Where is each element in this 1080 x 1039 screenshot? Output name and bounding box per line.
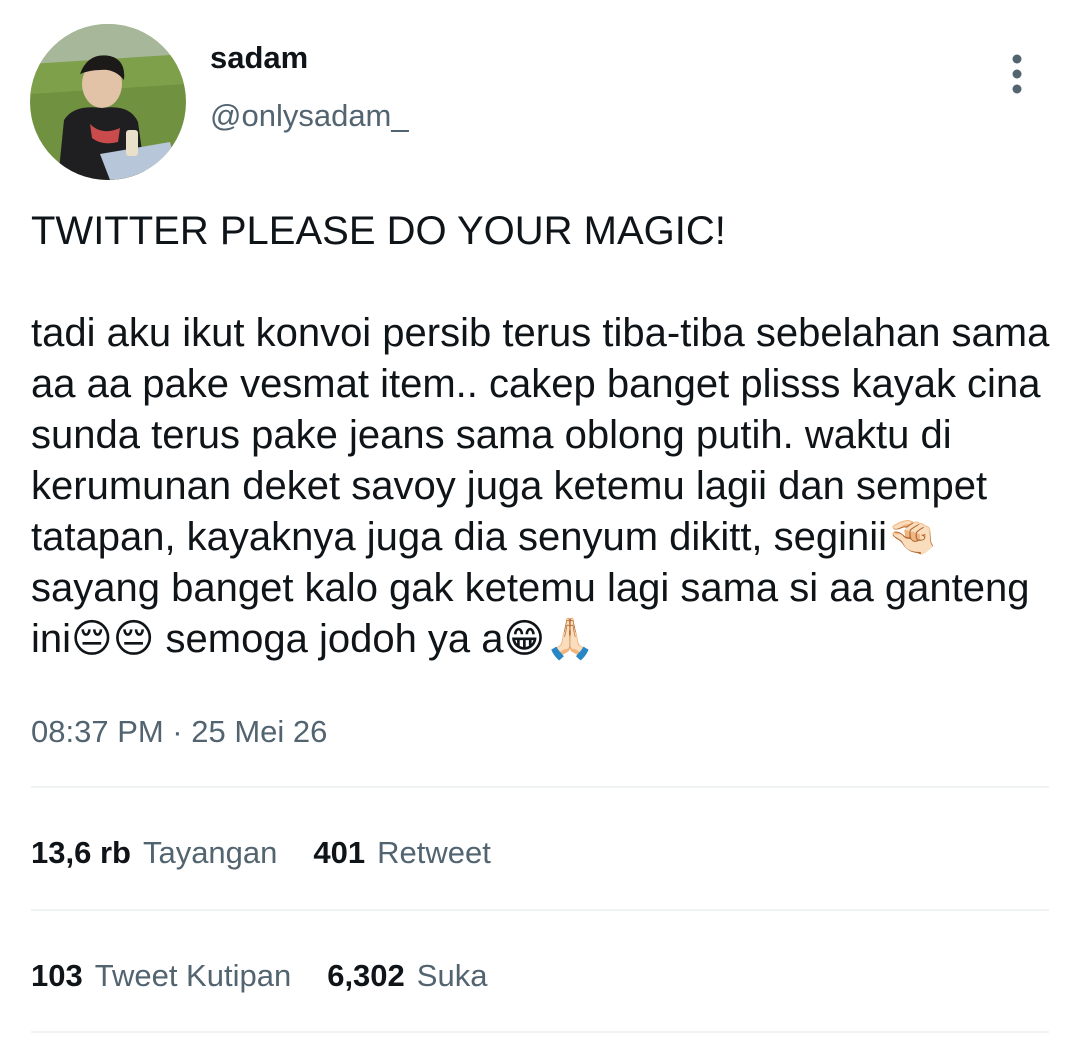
quotes-count: 103 bbox=[31, 958, 83, 993]
retweets-stat[interactable]: 401 Retweet bbox=[313, 833, 490, 873]
tweet-card: sadam @onlysadam_ TWITTER PLEASE DO YOUR… bbox=[0, 0, 1080, 1039]
quotes-stat[interactable]: 103 Tweet Kutipan bbox=[31, 956, 291, 996]
divider bbox=[31, 1031, 1049, 1033]
avatar[interactable] bbox=[30, 24, 186, 180]
views-count: 13,6 rb bbox=[31, 835, 131, 870]
stats-row: 103 Tweet Kutipan 6,302 Suka bbox=[31, 956, 487, 996]
likes-label: Suka bbox=[416, 958, 488, 993]
retweets-count: 401 bbox=[313, 835, 366, 870]
tweet-heading: TWITTER PLEASE DO YOUR MAGIC! bbox=[31, 209, 726, 253]
tweet-body: tadi aku ikut konvoi persib terus tiba-t… bbox=[31, 311, 1050, 661]
retweets-label: Retweet bbox=[377, 835, 491, 870]
user-handle[interactable]: @onlysadam_ bbox=[210, 96, 409, 136]
likes-stat[interactable]: 6,302 Suka bbox=[327, 956, 487, 996]
views-label: Tayangan bbox=[142, 835, 278, 870]
stats-row: 13,6 rb Tayangan 401 Retweet bbox=[31, 833, 491, 873]
tweet-text: TWITTER PLEASE DO YOUR MAGIC! tadi aku ik… bbox=[31, 206, 1071, 665]
more-vertical-icon[interactable] bbox=[996, 52, 1038, 98]
divider bbox=[31, 786, 1049, 788]
likes-count: 6,302 bbox=[327, 958, 405, 993]
divider bbox=[31, 909, 1049, 911]
quotes-label: Tweet Kutipan bbox=[94, 958, 292, 993]
display-name[interactable]: sadam bbox=[210, 38, 308, 78]
views-stat[interactable]: 13,6 rb Tayangan bbox=[31, 833, 277, 873]
tweet-timestamp[interactable]: 08:37 PM · 25 Mei 26 bbox=[31, 712, 327, 752]
